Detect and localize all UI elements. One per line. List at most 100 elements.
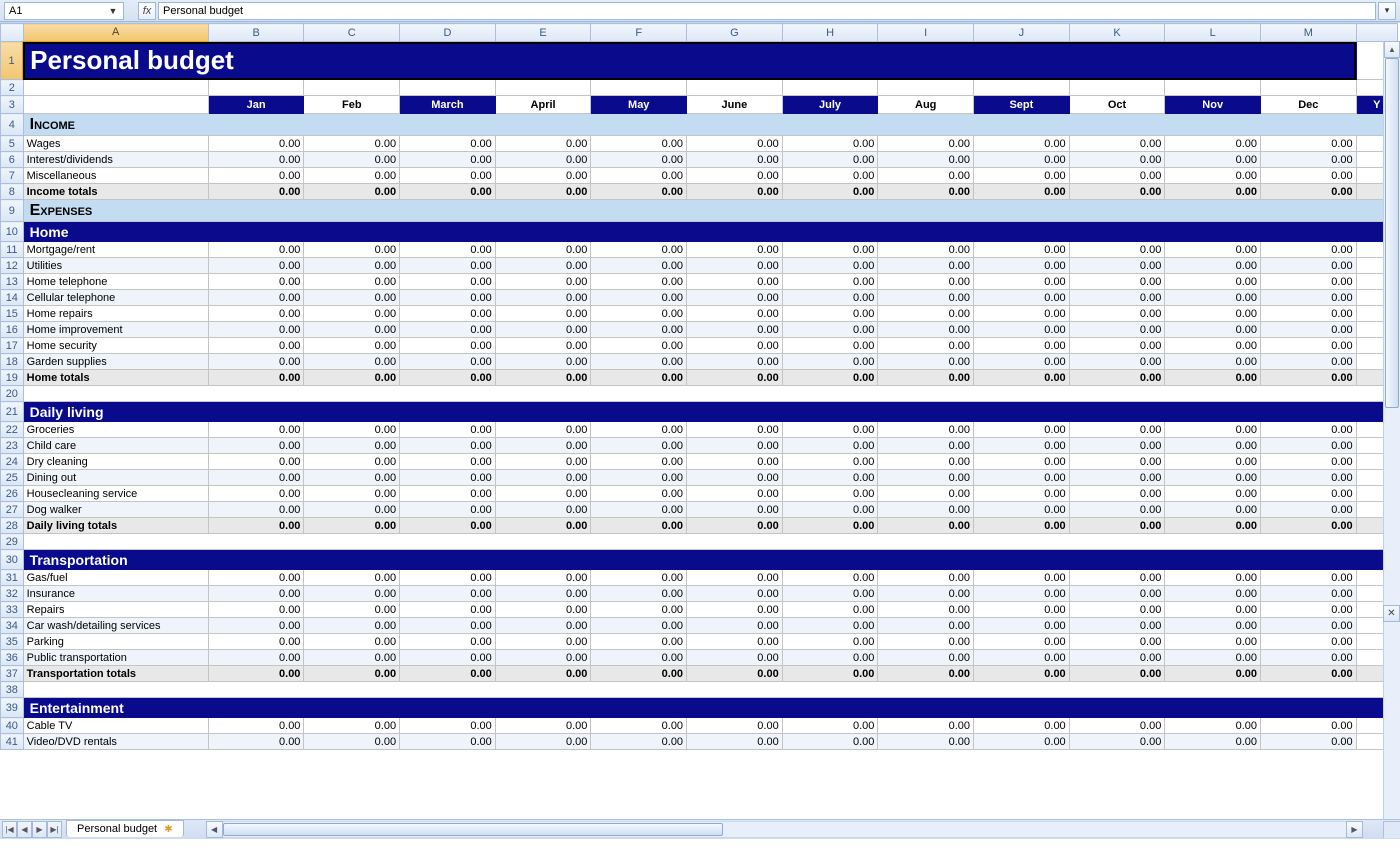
data-cell[interactable]: 0.00 — [304, 470, 400, 486]
data-cell[interactable]: 0.00 — [878, 168, 974, 184]
data-cell[interactable]: 0.00 — [1165, 306, 1261, 322]
data-cell[interactable]: 0.00 — [208, 370, 304, 386]
data-cell[interactable]: 0.00 — [1261, 354, 1357, 370]
data-cell[interactable]: 0.00 — [782, 650, 878, 666]
formula-input[interactable] — [158, 2, 1376, 20]
data-cell[interactable]: 0.00 — [400, 470, 496, 486]
data-cell[interactable]: 0.00 — [400, 370, 496, 386]
data-cell[interactable]: 0.00 — [1165, 602, 1261, 618]
data-cell[interactable]: 0.00 — [1165, 354, 1261, 370]
row-header-5[interactable]: 5 — [1, 136, 24, 152]
data-cell[interactable]: 0.00 — [208, 666, 304, 682]
data-cell[interactable]: 0.00 — [1069, 718, 1165, 734]
data-cell[interactable]: 0.00 — [400, 666, 496, 682]
data-cell[interactable]: 0.00 — [1165, 570, 1261, 586]
data-cell[interactable]: 0.00 — [1165, 454, 1261, 470]
data-cell[interactable]: 0.00 — [208, 618, 304, 634]
data-cell[interactable]: 0.00 — [1069, 306, 1165, 322]
data-cell[interactable]: 0.00 — [782, 586, 878, 602]
data-cell[interactable]: 0.00 — [1261, 274, 1357, 290]
data-cell[interactable]: 0.00 — [1069, 586, 1165, 602]
data-cell[interactable]: 0.00 — [782, 438, 878, 454]
data-cell[interactable]: 0.00 — [495, 370, 591, 386]
data-cell[interactable]: 0.00 — [304, 152, 400, 168]
row-label[interactable]: Home repairs — [23, 306, 208, 322]
data-cell[interactable]: 0.00 — [878, 306, 974, 322]
data-cell[interactable]: 0.00 — [495, 470, 591, 486]
data-cell[interactable]: 0.00 — [1261, 290, 1357, 306]
data-cell[interactable]: 0.00 — [208, 586, 304, 602]
data-cell[interactable]: 0.00 — [400, 136, 496, 152]
data-cell[interactable]: 0.00 — [687, 718, 783, 734]
data-cell[interactable]: 0.00 — [495, 136, 591, 152]
data-cell[interactable]: 0.00 — [1069, 370, 1165, 386]
col-header-extra[interactable] — [1356, 24, 1397, 42]
data-cell[interactable]: 0.00 — [591, 338, 687, 354]
data-cell[interactable]: 0.00 — [591, 486, 687, 502]
row-header-19[interactable]: 19 — [1, 370, 24, 386]
data-cell[interactable]: 0.00 — [208, 470, 304, 486]
data-cell[interactable]: 0.00 — [878, 518, 974, 534]
horizontal-scroll-track[interactable] — [223, 821, 1346, 838]
data-cell[interactable]: 0.00 — [974, 258, 1070, 274]
category-header-daily[interactable]: Daily living — [23, 402, 1397, 422]
data-cell[interactable]: 0.00 — [208, 454, 304, 470]
row-header-21[interactable]: 21 — [1, 402, 24, 422]
data-cell[interactable]: 0.00 — [400, 274, 496, 290]
insert-function-button[interactable]: fx — [138, 2, 156, 20]
data-cell[interactable]: 0.00 — [1069, 438, 1165, 454]
data-cell[interactable]: 0.00 — [1165, 718, 1261, 734]
data-cell[interactable]: 0.00 — [1165, 274, 1261, 290]
data-cell[interactable]: 0.00 — [974, 454, 1070, 470]
data-cell[interactable]: 0.00 — [495, 650, 591, 666]
select-all-corner[interactable] — [1, 24, 24, 42]
scroll-up-button[interactable]: ▲ — [1384, 41, 1400, 58]
data-cell[interactable]: 0.00 — [878, 602, 974, 618]
data-cell[interactable]: 0.00 — [1261, 666, 1357, 682]
data-cell[interactable]: 0.00 — [400, 152, 496, 168]
row-header-1[interactable]: 1 — [1, 42, 24, 80]
data-cell[interactable]: 0.00 — [782, 570, 878, 586]
data-cell[interactable]: 0.00 — [974, 650, 1070, 666]
data-cell[interactable]: 0.00 — [591, 470, 687, 486]
data-cell[interactable]: 0.00 — [495, 322, 591, 338]
data-cell[interactable]: 0.00 — [974, 184, 1070, 200]
data-cell[interactable]: 0.00 — [687, 454, 783, 470]
data-cell[interactable]: 0.00 — [495, 354, 591, 370]
data-cell[interactable]: 0.00 — [304, 184, 400, 200]
col-header-C[interactable]: C — [304, 24, 400, 42]
row-header-35[interactable]: 35 — [1, 634, 24, 650]
data-cell[interactable]: 0.00 — [1069, 650, 1165, 666]
data-cell[interactable]: 0.00 — [1165, 518, 1261, 534]
home-total-label[interactable]: Home totals — [23, 370, 208, 386]
data-cell[interactable]: 0.00 — [782, 168, 878, 184]
row-header-30[interactable]: 30 — [1, 550, 24, 570]
category-header-home[interactable]: Home — [23, 222, 1397, 242]
data-cell[interactable]: 0.00 — [208, 306, 304, 322]
data-cell[interactable]: 0.00 — [878, 666, 974, 682]
data-cell[interactable]: 0.00 — [1069, 242, 1165, 258]
row-label[interactable]: Dining out — [23, 470, 208, 486]
data-cell[interactable]: 0.00 — [208, 570, 304, 586]
data-cell[interactable]: 0.00 — [974, 634, 1070, 650]
data-cell[interactable]: 0.00 — [782, 470, 878, 486]
col-header-A[interactable]: A — [23, 24, 208, 42]
data-cell[interactable]: 0.00 — [495, 486, 591, 502]
data-cell[interactable]: 0.00 — [400, 184, 496, 200]
data-cell[interactable]: 0.00 — [1069, 422, 1165, 438]
data-cell[interactable]: 0.00 — [304, 734, 400, 750]
col-header-G[interactable]: G — [687, 24, 783, 42]
data-cell[interactable]: 0.00 — [974, 486, 1070, 502]
data-cell[interactable]: 0.00 — [591, 136, 687, 152]
data-cell[interactable]: 0.00 — [208, 168, 304, 184]
data-cell[interactable]: 0.00 — [1069, 666, 1165, 682]
data-cell[interactable]: 0.00 — [782, 518, 878, 534]
data-cell[interactable]: 0.00 — [1069, 354, 1165, 370]
daily-total-label[interactable]: Daily living totals — [23, 518, 208, 534]
data-cell[interactable]: 0.00 — [687, 258, 783, 274]
data-cell[interactable]: 0.00 — [687, 618, 783, 634]
data-cell[interactable]: 0.00 — [878, 184, 974, 200]
tab-nav-next-button[interactable]: ▶ — [32, 821, 47, 838]
month-header-Feb[interactable]: Feb — [304, 96, 400, 114]
data-cell[interactable]: 0.00 — [400, 618, 496, 634]
